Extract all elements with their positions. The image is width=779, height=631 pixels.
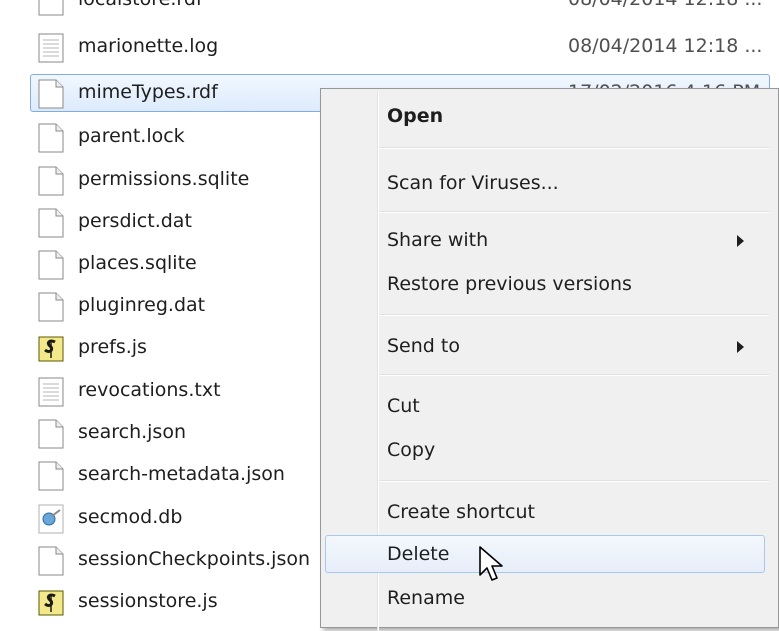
menu-item-label: Share with: [387, 229, 489, 251]
js-script-icon: [38, 334, 64, 364]
menu-item-send-to[interactable]: Send to: [321, 327, 779, 367]
menu-item-delete[interactable]: Delete: [321, 535, 779, 575]
menu-item-cut[interactable]: Cut: [321, 387, 779, 427]
generic-file-icon: [38, 0, 64, 16]
menu-item-label: Rename: [387, 587, 465, 609]
db-file-icon: [38, 504, 64, 534]
menu-separator: [379, 147, 769, 149]
generic-file-icon: [38, 461, 64, 491]
file-name: search-metadata.json: [78, 463, 285, 485]
file-name: sessionCheckpoints.json: [78, 548, 311, 570]
file-name: parent.lock: [78, 125, 185, 147]
menu-item-label: Create shortcut: [387, 501, 535, 523]
menu-separator: [379, 211, 769, 213]
generic-file-icon: [38, 419, 64, 449]
menu-item-rename[interactable]: Rename: [321, 579, 779, 619]
submenu-arrow-icon: [737, 235, 744, 247]
file-name: marionette.log: [78, 35, 219, 57]
generic-file-icon: [38, 546, 64, 576]
menu-item-copy[interactable]: Copy: [321, 431, 779, 471]
file-row-marionette[interactable]: marionette.log 08/04/2014 12:18 ...: [30, 27, 770, 67]
file-name: places.sqlite: [78, 252, 197, 274]
file-name: localstore.rdf: [78, 0, 203, 10]
generic-file-icon: [38, 166, 64, 196]
text-file-icon: [38, 33, 64, 63]
menu-item-label: Restore previous versions: [387, 273, 632, 295]
menu-item-open[interactable]: Open: [321, 97, 779, 137]
menu-item-label: Cut: [387, 395, 420, 417]
file-name: search.json: [78, 421, 186, 443]
menu-item-label: Scan for Viruses...: [387, 172, 559, 194]
menu-separator: [379, 480, 769, 482]
file-row-localstore[interactable]: localstore.rdf 08/04/2014 12:18 ...: [30, 0, 770, 20]
file-name: prefs.js: [78, 336, 147, 358]
menu-item-create-shortcut[interactable]: Create shortcut: [321, 493, 779, 533]
menu-item-restore-previous-versions[interactable]: Restore previous versions: [321, 265, 779, 305]
menu-item-label: Delete: [387, 543, 450, 565]
file-date: 08/04/2014 12:18 ...: [568, 35, 763, 57]
menu-item-label: Open: [387, 105, 444, 127]
menu-item-share-with[interactable]: Share with: [321, 221, 779, 261]
menu-item-scan-for-viruses[interactable]: Scan for Viruses...: [321, 164, 779, 204]
submenu-arrow-icon: [737, 341, 744, 353]
file-name: mimeTypes.rdf: [78, 81, 218, 103]
menu-item-label: Send to: [387, 335, 460, 357]
generic-file-icon: [38, 79, 64, 109]
file-name: pluginreg.dat: [78, 294, 206, 316]
file-name: persdict.dat: [78, 210, 192, 232]
generic-file-icon: [38, 123, 64, 153]
file-name: permissions.sqlite: [78, 168, 250, 190]
generic-file-icon: [38, 208, 64, 238]
file-name: secmod.db: [78, 506, 183, 528]
generic-file-icon: [38, 250, 64, 280]
menu-item-label: Copy: [387, 439, 436, 461]
mouse-pointer-icon: [478, 545, 508, 585]
file-name: revocations.txt: [78, 379, 221, 401]
text-file-icon: [38, 377, 64, 407]
menu-separator: [379, 314, 769, 316]
generic-file-icon: [38, 292, 64, 322]
menu-separator: [379, 374, 769, 376]
context-menu: Open Scan for Viruses... Share with Rest…: [320, 88, 779, 631]
file-date: 08/04/2014 12:18 ...: [568, 0, 762, 10]
js-script-icon: [38, 588, 64, 618]
file-name: sessionstore.js: [78, 590, 218, 612]
